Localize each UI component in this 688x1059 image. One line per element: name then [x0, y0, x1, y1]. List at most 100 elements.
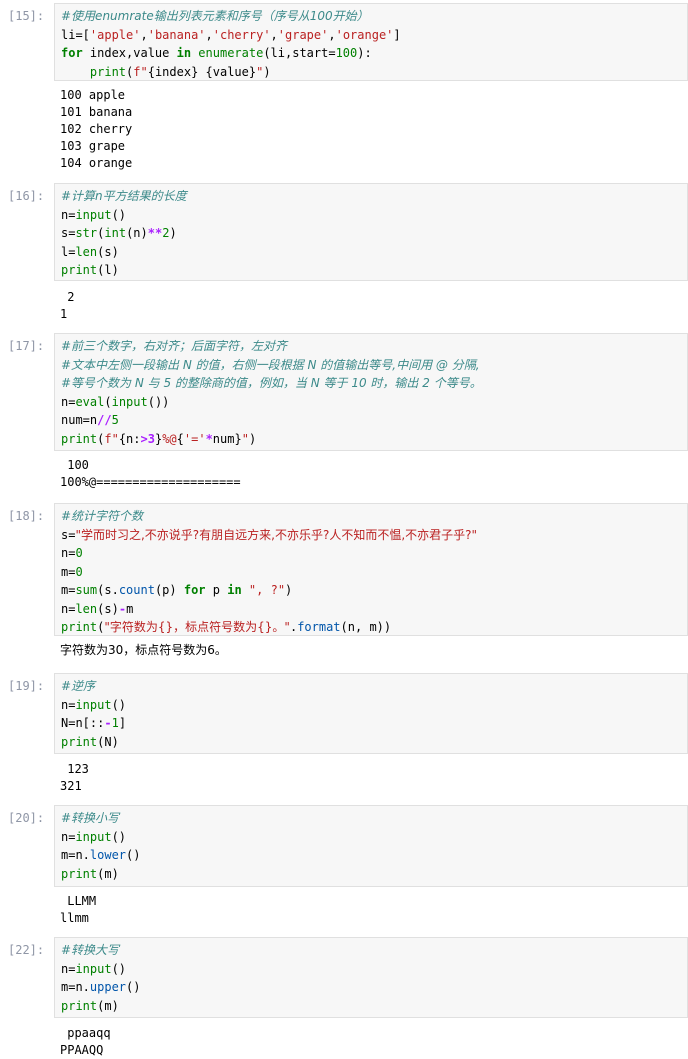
- code-line: N=n[::-1]: [61, 714, 681, 733]
- code-line: n=input(): [61, 696, 681, 715]
- code-token: (): [111, 961, 127, 976]
- code-token: lower: [89, 848, 127, 862]
- code-token: #统计字符个数: [61, 509, 144, 523]
- code-line: n=input(): [61, 828, 681, 847]
- code-token: print: [61, 998, 98, 1013]
- output-line: 321: [60, 779, 82, 793]
- code-token: m=: [61, 564, 76, 579]
- code-token: (): [111, 829, 127, 844]
- code-token: {: [176, 431, 184, 446]
- code-token: "学而时习之,不亦说乎?有朋自远方来,不亦乐乎?人不知而不愠,不亦君子乎?": [75, 527, 478, 542]
- code-token: n=: [61, 829, 76, 844]
- code-line: m=n.lower(): [61, 846, 681, 865]
- code-line: l=len(s): [61, 243, 681, 262]
- cell-prompt-15: [15]:: [8, 9, 45, 23]
- output-area-18: 字符数为30，标点符号数为6。: [60, 642, 688, 659]
- code-token: //: [97, 413, 112, 427]
- code-cell-15[interactable]: #使用enumrate输出列表元素和序号（序号从100开始） li=['apple…: [54, 3, 688, 81]
- output-line: 123: [60, 762, 89, 776]
- code-token: input: [75, 697, 112, 712]
- code-token: m=n.: [61, 848, 90, 862]
- code-token: 'cherry': [212, 27, 271, 42]
- code-token: (p): [154, 583, 184, 597]
- output-line: llmm: [60, 911, 89, 925]
- code-line: n=input(): [61, 206, 681, 225]
- code-line: for index,value in enumerate(li,start=10…: [61, 44, 681, 63]
- code-token: (N): [97, 734, 119, 749]
- code-token: ,: [140, 27, 148, 42]
- code-token: n=: [61, 961, 76, 976]
- code-line: #前三个数字，右对齐；后面字符，左对齐: [61, 337, 681, 356]
- code-token: ): [169, 226, 177, 240]
- code-line: #逆序: [61, 677, 681, 696]
- code-token: m=n.: [61, 980, 90, 994]
- code-cell-16[interactable]: #计算n平方结果的长度 n=input() s=str(int(n)**2) l=le…: [54, 183, 688, 281]
- code-token: *: [205, 431, 213, 446]
- code-token: 'apple': [89, 27, 141, 42]
- code-cell-18[interactable]: #统计字符个数 s="学而时习之,不亦说乎?有朋自远方来,不亦乐乎?人不知而不愠,…: [54, 503, 688, 636]
- code-token: print: [61, 866, 98, 881]
- code-token: #使用enumrate输出列表元素和序号（序号从100开始）: [61, 9, 369, 23]
- code-token: "字符数为{}，标点符号数为{}。": [104, 620, 290, 634]
- code-token: -: [118, 601, 127, 616]
- code-line: print(f"{n:>3}%@{'='*num}"): [61, 430, 681, 449]
- code-token: ]: [393, 27, 401, 42]
- code-token: 1: [111, 716, 119, 730]
- code-token: #文本中左侧一段输出 N 的值，右侧一段根据 N 的值输出等号,中间用 @ 分隔…: [61, 357, 480, 372]
- code-token: (s): [97, 244, 119, 259]
- output-line: 101 banana: [60, 105, 133, 119]
- code-token: num}: [212, 431, 242, 446]
- code-token: (): [126, 848, 141, 862]
- code-token: n=: [61, 394, 76, 409]
- code-token: p: [205, 583, 228, 597]
- code-token: len: [75, 601, 98, 616]
- code-line: #文本中左侧一段输出 N 的值，右侧一段根据 N 的值输出等号,中间用 @ 分隔…: [61, 356, 681, 375]
- code-token: s=: [61, 226, 76, 240]
- code-cell-17[interactable]: #前三个数字，右对齐；后面字符，左对齐 #文本中左侧一段输出 N 的值，右侧一段根…: [54, 333, 688, 451]
- code-token: N=n[::: [61, 716, 105, 730]
- code-token: (): [126, 980, 141, 994]
- code-line: n=len(s)-m: [61, 600, 681, 619]
- code-token: #转换小写: [61, 811, 120, 825]
- code-token: (m): [97, 998, 119, 1013]
- code-line: n=0: [61, 544, 681, 563]
- code-token: n=: [61, 697, 76, 712]
- output-line: 100: [60, 458, 89, 472]
- code-token: in: [227, 583, 242, 597]
- code-token: #转换大写: [61, 943, 120, 957]
- code-line: m=n.upper(): [61, 978, 681, 997]
- code-token: print: [89, 64, 127, 79]
- code-cell-20[interactable]: #转换小写 n=input() m=n.lower() print(m): [54, 805, 688, 887]
- code-token: ,: [328, 27, 336, 42]
- output-line: 2: [60, 290, 75, 304]
- code-token: format: [297, 620, 341, 634]
- code-cell-19[interactable]: #逆序 n=input() N=n[::-1] print(N): [54, 673, 688, 754]
- output-line: 字符数为30，标点符号数为6。: [60, 643, 227, 657]
- code-token: str: [75, 226, 98, 240]
- code-token: 5: [111, 413, 119, 427]
- cell-prompt-19: [19]:: [8, 679, 45, 693]
- cell-prompt-17: [17]:: [8, 339, 45, 353]
- cell-prompt-16: [16]:: [8, 189, 45, 203]
- code-token: ): [248, 431, 257, 446]
- code-token: input: [75, 961, 112, 976]
- code-line: #使用enumrate输出列表元素和序号（序号从100开始）: [61, 7, 681, 26]
- code-line: n=input(): [61, 960, 681, 979]
- code-token: ", ?": [248, 583, 286, 597]
- code-token: >3: [140, 431, 155, 446]
- cell-prompt-18: [18]:: [8, 509, 45, 523]
- code-token: (n, m)): [340, 620, 392, 634]
- code-token: for: [183, 583, 206, 597]
- code-token: 'banana': [147, 27, 206, 42]
- output-line: 104 orange: [60, 156, 133, 170]
- code-cell-22[interactable]: #转换大写 n=input() m=n.upper() print(m): [54, 937, 688, 1018]
- code-token: ()): [147, 394, 170, 409]
- code-token: print: [61, 734, 98, 749]
- code-line: #转换小写: [61, 809, 681, 828]
- code-token: sum: [75, 583, 98, 597]
- code-token: ,: [270, 27, 278, 42]
- output-area-17: 100 100%@====================: [60, 457, 688, 491]
- code-line: s=str(int(n)**2): [61, 224, 681, 243]
